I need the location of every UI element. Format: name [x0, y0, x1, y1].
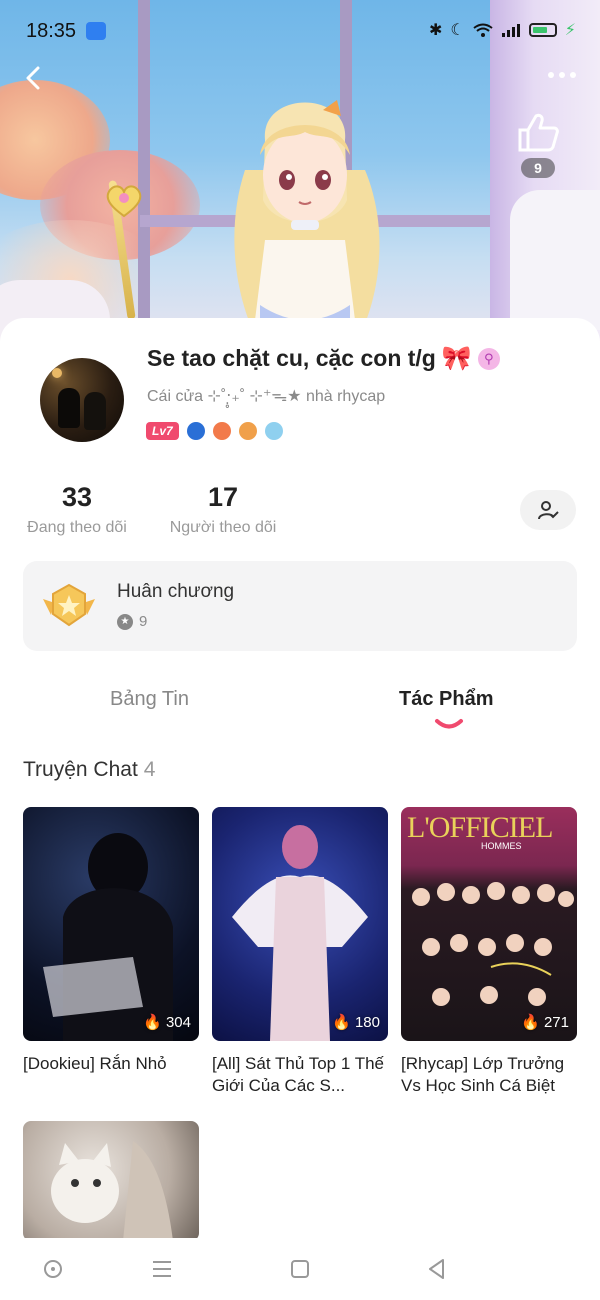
- view-count: 🔥 304: [143, 1013, 191, 1032]
- story-title: [Dookieu] Rắn Nhỏ: [23, 1054, 167, 1073]
- medal-icon: [43, 583, 95, 627]
- view-count: 🔥 271: [521, 1013, 569, 1032]
- following-label: Đang theo dõi: [27, 519, 127, 536]
- like-button[interactable]: 9: [512, 110, 564, 178]
- battery-icon: [528, 23, 557, 37]
- profile-banner: 18:35 ✱ ☾ ⚡ 9: [0, 0, 600, 345]
- followers-count: 17: [207, 482, 239, 512]
- story-card[interactable]: L'OFFICIEL HOMMES 🔥 271 [Rhycap] Lớp Trưở…: [401, 807, 577, 1097]
- sofa: [510, 190, 600, 330]
- medals-section[interactable]: Huân chương ★ 9: [23, 561, 577, 651]
- dot-icon: [570, 72, 576, 78]
- level-badge[interactable]: Lv7: [146, 422, 179, 440]
- section-title: Truyện Chat 4: [23, 758, 155, 782]
- dot-icon: [548, 72, 554, 78]
- story-card[interactable]: 🔥 180 [All] Sát Thủ Top 1 Thế Giới Của Cá…: [212, 807, 388, 1097]
- badge-row: Lv7: [146, 422, 283, 440]
- cloud-app-icon: [86, 22, 106, 40]
- followers-label: Người theo dõi: [169, 519, 277, 536]
- story-views: 271: [543, 1013, 569, 1031]
- status-icons: ✱ ☾ ⚡: [429, 20, 576, 40]
- medals-title: Huân chương: [117, 581, 235, 602]
- story-card[interactable]: [23, 1121, 199, 1241]
- star-icon: ★: [117, 613, 133, 630]
- ribbon-icon: 🎀: [441, 345, 472, 372]
- story-views: 304: [165, 1013, 191, 1031]
- cat-cover-art: [51, 1141, 173, 1241]
- bluetooth-icon: ✱: [429, 22, 443, 39]
- anime-girl-avatar: [234, 100, 380, 345]
- story-cover-art: [43, 833, 173, 1041]
- medals-count-row: ★ 9: [117, 613, 147, 630]
- avatar-lamp: [52, 368, 62, 378]
- avatar[interactable]: [40, 358, 124, 442]
- following-count: 33: [61, 482, 93, 512]
- fire-icon: 🔥: [332, 1014, 351, 1031]
- profile-name-row: Se tao chặt cu, cặc con t/g 🎀 ⚲: [147, 344, 500, 373]
- shield-badge-icon[interactable]: [238, 422, 257, 440]
- followers-stat[interactable]: 17 Người theo dõi: [164, 482, 282, 537]
- avatar-figure: [84, 392, 106, 430]
- assistant-circle-icon[interactable]: [40, 1256, 66, 1282]
- back-arrow-icon[interactable]: [18, 62, 50, 94]
- system-nav-bar: [0, 1238, 600, 1300]
- tab-works[interactable]: Tác Phẩm: [399, 688, 493, 711]
- back-triangle-icon[interactable]: [424, 1256, 450, 1282]
- medals-count: 9: [139, 613, 148, 630]
- home-square-icon[interactable]: [287, 1256, 313, 1282]
- user-check-icon: [538, 501, 559, 520]
- status-bar: 18:35 ✱ ☾ ⚡: [0, 0, 600, 62]
- story-thumbnail: L'OFFICIEL HOMMES 🔥 271: [401, 807, 577, 1041]
- following-stat[interactable]: 33 Đang theo dõi: [22, 482, 132, 537]
- wifi-icon: [473, 23, 493, 37]
- fire-icon: 🔥: [143, 1014, 162, 1031]
- dot-icon: [559, 72, 565, 78]
- fire-icon: 🔥: [521, 1014, 540, 1031]
- story-title: [Rhycap] Lớp Trưởng Vs Học Sinh Cá Biệt: [401, 1054, 565, 1095]
- story-card[interactable]: 🔥 304 [Dookieu] Rắn Nhỏ: [23, 807, 199, 1097]
- profile-name: Se tao chặt cu, cặc con t/g: [147, 345, 436, 371]
- section-count: 4: [143, 758, 156, 781]
- story-thumbnail: [23, 1121, 199, 1241]
- thumbs-up-icon: [518, 113, 559, 152]
- wand-heart-icon: [106, 185, 142, 218]
- charging-icon: ⚡: [564, 22, 576, 39]
- more-options-button[interactable]: [548, 72, 576, 78]
- signal-icon: [501, 24, 520, 37]
- profile-bio: Cái cửa ⊹˚‧̣̥₊˚ ⊹⁺ᯓ★ nhà rhycap: [147, 388, 386, 405]
- tab-feed[interactable]: Bảng Tin: [110, 688, 189, 711]
- gem-badge-icon[interactable]: [264, 422, 283, 440]
- like-count: 9: [521, 158, 555, 178]
- story-thumbnail: 🔥 304: [23, 807, 199, 1041]
- story-cover-art: [232, 825, 368, 1041]
- section-title-text: Truyện Chat: [23, 758, 138, 781]
- active-tab-indicator: [435, 719, 463, 729]
- group-photo-art: [412, 882, 574, 1006]
- magnifier-badge-icon[interactable]: ⚲: [477, 347, 500, 370]
- moon-icon: ☾: [450, 22, 465, 39]
- view-count: 🔥 180: [332, 1013, 380, 1032]
- story-views: 180: [354, 1013, 380, 1031]
- profile-card: Se tao chặt cu, cặc con t/g 🎀 ⚲ Cái cửa ⊹…: [0, 318, 600, 1258]
- hexagon-badge-icon[interactable]: [212, 422, 231, 440]
- story-title: [All] Sát Thủ Top 1 Thế Giới Của Các S..…: [212, 1054, 385, 1095]
- diamond-badge-icon[interactable]: [186, 422, 205, 440]
- story-thumbnail: 🔥 180: [212, 807, 388, 1041]
- follow-status-button[interactable]: [520, 490, 576, 530]
- avatar-figure: [58, 388, 80, 428]
- menu-icon[interactable]: [149, 1256, 175, 1282]
- clock: 18:35: [26, 20, 77, 42]
